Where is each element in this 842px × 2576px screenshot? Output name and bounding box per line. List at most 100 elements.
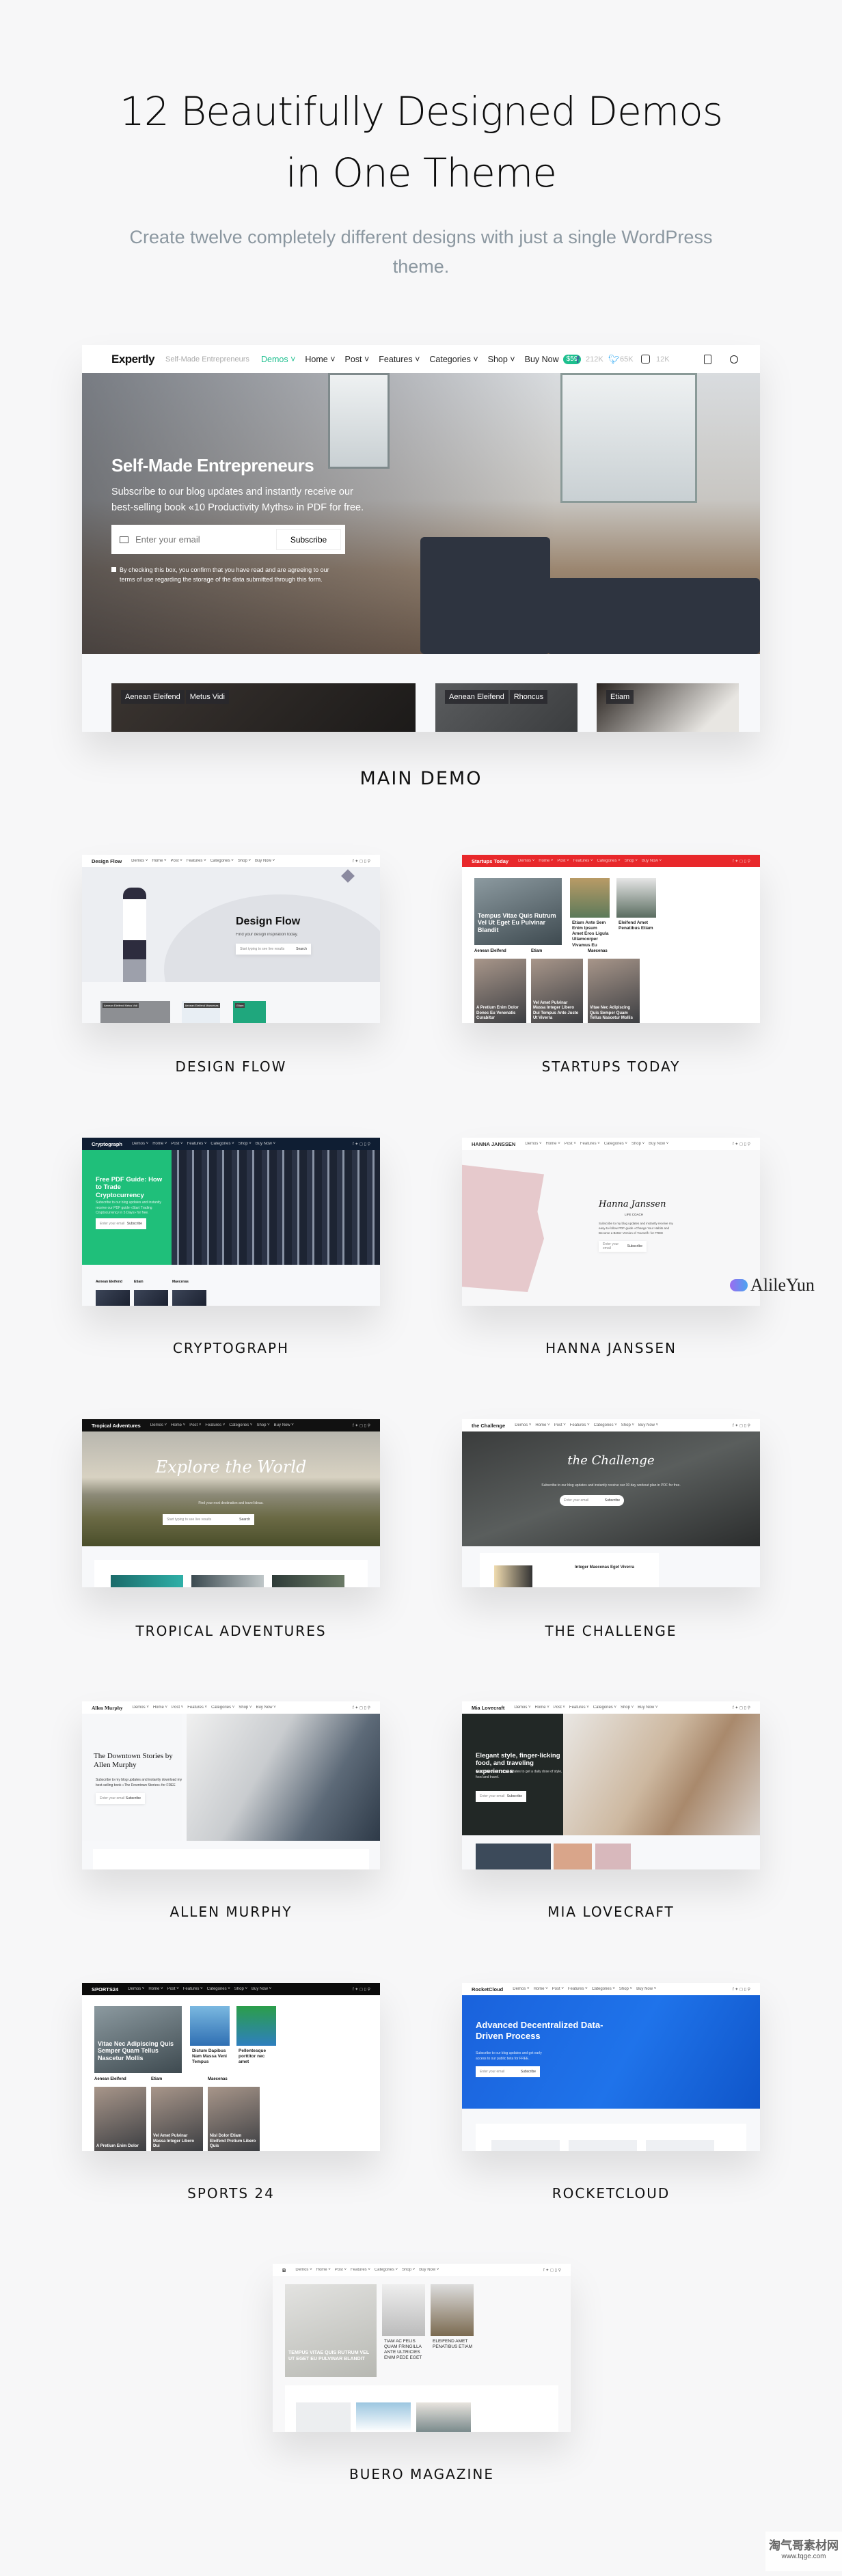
nav-item-home[interactable]: Home ˅ [305,355,335,364]
demo-nav-bar: Expertly Self-Made Entrepreneurs Demos ˅… [82,345,760,373]
post-title: A Pretium Enim Dolor Donec Eu Venenatis … [476,1006,519,1020]
nav-item: Post ˅ [171,1142,183,1146]
demo-preview-startups-today[interactable]: Startups Today Demos ˅ Home ˅ Post ˅ Feature… [462,855,760,1023]
nav-item: Post ˅ [189,1423,202,1427]
demo-input-button: Subscribe [125,1796,141,1800]
demo-preview-tropical-adventures[interactable]: Tropical Adventures Demos ˅ Home ˅ Post ˅ Fe… [82,1419,380,1587]
nav-item-demos[interactable]: Demos ˅ [261,355,295,364]
brand-logo: B [282,2266,286,2273]
nav-item: Categories ˅ [210,859,234,863]
nav-item: Home ˅ [545,1142,560,1146]
nav-item: Features ˅ [205,1423,226,1427]
demo-preview-the-challenge[interactable]: the Challenge Demos ˅ Home ˅ Post ˅ Features… [462,1419,760,1587]
demo-preview-rocketcloud[interactable]: RocketCloud Demos ˅ Home ˅ Post ˅ Features ˅… [462,1983,760,2151]
nav-item: Categories ˅ [593,1423,617,1427]
brand-logo: Mia Lovecraft [472,1704,505,1711]
post-title: TIAM AC FELIS QUAM FRINGILLA ANTE ULTRIC… [384,2339,422,2361]
nav-item-post[interactable]: Post ˅ [345,355,370,364]
search-icon[interactable] [730,355,738,364]
demo-input-button: Subscribe [126,1222,142,1226]
demo-input-placeholder: Enter your email [603,1242,619,1250]
demo-nav-bar: Design Flow Demos ˅ Home ˅ Post ˅ Features ˅… [82,855,380,867]
twitter-icon[interactable]: 🐦︎ [608,354,620,365]
nav-item-categories[interactable]: Categories ˅ [429,355,478,364]
demo-input-placeholder: Enter your email [564,1498,589,1503]
hero-text: Subscribe to our blog updates and instan… [111,487,364,513]
demo-preview-buero-magazine[interactable]: B Demos ˅ Home ˅ Post ˅ Features ˅ Categories… [273,2264,571,2432]
content-card [93,1849,369,1869]
nav-item: Demos ˅ [132,1142,149,1146]
nav-item: Post ˅ [553,1705,565,1710]
social-icons: f ✦ ◻ ▯ ⚲ [732,859,750,864]
kite-icon [341,869,355,883]
post-tag[interactable]: Rhoncus [509,690,548,704]
nav-item: Shop ˅ [619,1987,633,1991]
nav-item: Demos ˅ [150,1423,167,1427]
section-heading: Aenean Eleifend [474,949,506,953]
facebook-count: 212K [586,355,603,364]
consent-checkbox[interactable] [111,567,116,572]
social-icons: f ✦ ◻ ▯ ⚲ [352,1987,370,1992]
demo-nav-bar: B Demos ˅ Home ˅ Post ˅ Features ˅ Categories… [273,2264,571,2276]
post-thumbnail: Aenean Eleifend Metus Vidi [100,1001,170,1023]
post-thumbnail: Aenean Eleifend Maecenas [181,1001,220,1023]
nav-item: Shop ˅ [239,1705,252,1710]
nav-item: Buy Now ˅ [636,1987,657,1991]
instagram-icon[interactable] [641,355,650,364]
nav-item: Categories ˅ [593,1705,616,1710]
nav-item: Categories ˅ [374,2268,398,2272]
brand-logo: Startups Today [472,858,509,864]
demo-body: Elegant style, finger-licking food, and … [462,1714,760,1869]
nav-item-features[interactable]: Features ˅ [379,355,420,364]
demo-preview-mia-lovecraft[interactable]: Mia Lovecraft Demos ˅ Home ˅ Post ˅ Features… [462,1701,760,1869]
facebook-icon[interactable]: f [576,354,580,365]
demo-label-rocketcloud: ROCKETCLOUD [552,2185,670,2202]
demo-preview-allen-murphy[interactable]: Allen Murphy Demos ˅ Home ˅ Post ˅ Features … [82,1701,380,1869]
demo-nav-bar: the Challenge Demos ˅ Home ˅ Post ˅ Features… [462,1419,760,1431]
subscribe-form: Subscribe [111,525,345,554]
nav-item: Home ˅ [152,1142,167,1146]
demo-nav-bar: RocketCloud Demos ˅ Home ˅ Post ˅ Features ˅… [462,1983,760,1995]
post-card[interactable]: Aenean Eleifend Metus Vidi [111,683,416,732]
nav-item: Features ˅ [182,1987,203,1991]
page-title: 12 Beautifully Designed Demos in One The… [120,88,723,196]
post-thumbnail [476,1844,551,1869]
brand-logo: HANNA JANSSEN [472,1140,516,1147]
hero-image [82,1431,380,1546]
demo-input-placeholder: Enter your email [100,1222,125,1226]
demo-input-button: Subscribe [604,1498,620,1503]
nav-item: Categories ˅ [211,1705,235,1710]
section-heading: Aenean Eleifend [96,1280,122,1284]
post-thumbnail [569,2140,637,2151]
nav-item-buy-now[interactable]: Buy Now [525,355,559,364]
demo-label-the-challenge: THE CHALLENGE [545,1623,677,1639]
subscribe-button[interactable]: Subscribe [276,529,341,550]
nav-item: Buy Now ˅ [273,1423,294,1427]
nav-item-shop[interactable]: Shop ˅ [488,355,515,364]
post-card[interactable]: Aenean Eleifend Rhoncus [435,683,578,732]
demo-preview-hanna-janssen[interactable]: HANNA JANSSEN Demos ˅ Home ˅ Post ˅ Features… [462,1138,760,1306]
demo-body: Vitae Nec Adipiscing Quis Semper Quam Te… [82,1995,380,2151]
demo-nav-bar: HANNA JANSSEN Demos ˅ Home ˅ Post ˅ Features… [462,1138,760,1150]
post-tag[interactable]: Aenean Eleifend [445,690,508,704]
post-tag[interactable]: Metus Vidi [185,690,229,704]
post-tag: Aenean Eleifend Maecenas [183,1003,220,1008]
demo-body: Advanced Decentralized Data-Driven Proce… [462,1995,760,2151]
nav-item: Features ˅ [350,2268,370,2272]
post-thumbnail [646,2140,714,2151]
post-card[interactable]: Etiam [597,683,739,732]
post-thumbnail [570,878,610,918]
email-input[interactable] [135,534,272,545]
hero-title: Self-Made Entrepreneurs [111,455,314,476]
demo-body: Free PDF Guide: How to Trade Cryptocurre… [82,1150,380,1306]
demo-preview-design-flow[interactable]: Design Flow Demos ˅ Home ˅ Post ˅ Features ˅… [82,855,380,1023]
cart-icon[interactable] [704,354,711,364]
post-thumbnail: Nisl Dolor Etiam Eleifend Pretium Libero… [208,2087,260,2151]
demo-preview-cryptograph[interactable]: Cryptograph Demos ˅ Home ˅ Post ˅ Features ˅… [82,1138,380,1306]
consent-text: By checking this box, you confirm that y… [120,566,329,583]
post-tag[interactable]: Etiam [606,690,634,704]
brand-logo[interactable]: Expertly [111,353,155,366]
demo-preview-sports-24[interactable]: SPORTS24 Demos ˅ Home ˅ Post ˅ Features ˅ Cat… [82,1983,380,2151]
post-tag[interactable]: Aenean Eleifend [121,690,185,704]
main-demo-preview[interactable]: Expertly Self-Made Entrepreneurs Demos ˅… [82,345,760,732]
